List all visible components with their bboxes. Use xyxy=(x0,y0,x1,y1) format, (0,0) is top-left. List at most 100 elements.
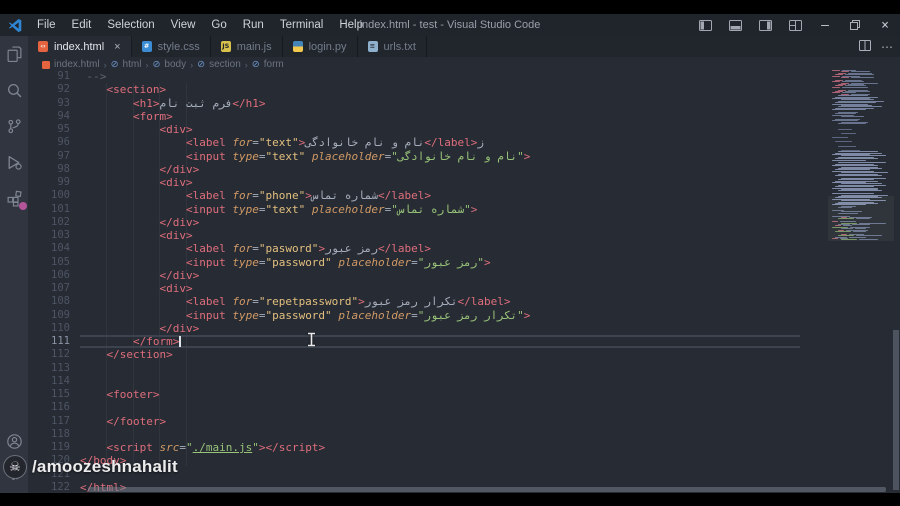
tab-style.css[interactable]: # style.css xyxy=(131,36,211,57)
line-number[interactable]: 107 xyxy=(28,282,78,295)
code-line[interactable]: <label for="pasword">رمز عبور</label> xyxy=(80,242,800,255)
line-number[interactable]: 105 xyxy=(28,256,78,269)
horizontal-scrollbar[interactable] xyxy=(88,487,886,492)
code-line[interactable] xyxy=(80,362,800,375)
run-debug-icon[interactable] xyxy=(4,152,24,172)
line-number[interactable]: 122 xyxy=(28,481,78,494)
code-line[interactable]: </div> xyxy=(80,269,800,282)
minimap[interactable] xyxy=(828,70,894,490)
line-number[interactable]: 117 xyxy=(28,415,78,428)
code-line[interactable]: </footer> xyxy=(80,415,800,428)
code-line[interactable]: </section> xyxy=(80,348,800,361)
code-line[interactable]: <h1>فرم ثبت نام</h1> xyxy=(80,97,800,110)
menu-item-terminal[interactable]: Terminal xyxy=(273,17,330,33)
restore-icon[interactable] xyxy=(840,14,870,36)
line-number[interactable]: 99 xyxy=(28,176,78,189)
menu-item-go[interactable]: Go xyxy=(204,17,233,33)
customize-layout-icon[interactable] xyxy=(780,14,810,36)
line-number[interactable]: 108 xyxy=(28,295,78,308)
code-line[interactable]: <div> xyxy=(80,123,800,136)
line-number[interactable]: 112 xyxy=(28,348,78,361)
code-line[interactable]: <footer> xyxy=(80,388,800,401)
code-line[interactable]: <input type="password" placeholder="رمز … xyxy=(80,256,800,269)
breadcrumb-item-body[interactable]: ⊘ body xyxy=(152,59,186,70)
line-number[interactable]: 104 xyxy=(28,242,78,255)
code-line[interactable]: <div> xyxy=(80,282,800,295)
line-number[interactable]: 115 xyxy=(28,388,78,401)
code-line[interactable]: <section> xyxy=(80,83,800,96)
toggle-sidebar-icon[interactable] xyxy=(690,14,720,36)
line-number[interactable]: 116 xyxy=(28,401,78,414)
code-line[interactable]: <label for="phone">شماره تماس</label> xyxy=(80,189,800,202)
line-number[interactable]: 96 xyxy=(28,136,78,149)
line-number[interactable]: 109 xyxy=(28,309,78,322)
code-editor[interactable]: --> <section> <h1>فرم ثبت نام</h1> <form… xyxy=(80,70,800,493)
extensions-icon[interactable] xyxy=(4,188,27,210)
line-number[interactable]: 114 xyxy=(28,375,78,388)
code-line[interactable]: </div> xyxy=(80,216,800,229)
line-number[interactable]: 95 xyxy=(28,123,78,136)
tab-main.js[interactable]: JS main.js xyxy=(210,36,283,57)
code-line[interactable]: <input type="text" placeholder="نام و نا… xyxy=(80,150,800,163)
code-line[interactable]: </form> xyxy=(80,335,800,349)
line-number[interactable]: 113 xyxy=(28,362,78,375)
line-number[interactable]: 98 xyxy=(28,163,78,176)
line-number[interactable]: 101 xyxy=(28,203,78,216)
tab-index.html[interactable]: ‹› index.html × xyxy=(28,36,132,57)
account-icon[interactable] xyxy=(4,431,24,451)
code-line[interactable] xyxy=(80,401,800,414)
code-line[interactable]: <form> xyxy=(80,110,800,123)
code-line[interactable] xyxy=(80,375,800,388)
line-number[interactable]: 110 xyxy=(28,322,78,335)
source-control-icon[interactable] xyxy=(4,116,24,136)
line-number[interactable]: 103 xyxy=(28,229,78,242)
tab-login.py[interactable]: login.py xyxy=(282,36,358,57)
code-line[interactable]: <div> xyxy=(80,176,800,189)
toggle-secondary-sidebar-icon[interactable] xyxy=(750,14,780,36)
explorer-icon[interactable] xyxy=(4,44,24,64)
code-line[interactable]: </div> xyxy=(80,163,800,176)
menu-item-run[interactable]: Run xyxy=(236,17,271,33)
code-line[interactable] xyxy=(80,468,800,481)
menu-item-view[interactable]: View xyxy=(164,17,203,33)
split-editor-icon[interactable] xyxy=(859,38,871,56)
line-number[interactable]: 111 xyxy=(28,335,78,348)
code-line[interactable]: <input type="text" placeholder="شماره تم… xyxy=(80,203,800,216)
line-number[interactable]: 100 xyxy=(28,189,78,202)
code-line[interactable] xyxy=(80,428,800,441)
toggle-panel-icon[interactable] xyxy=(720,14,750,36)
line-number[interactable]: 118 xyxy=(28,428,78,441)
line-number[interactable]: 92 xyxy=(28,83,78,96)
search-icon[interactable] xyxy=(4,80,24,100)
line-number[interactable]: 119 xyxy=(28,441,78,454)
line-number[interactable]: 91 xyxy=(28,70,78,83)
close-tab-icon[interactable]: × xyxy=(114,41,120,53)
breadcrumb-item-html[interactable]: ⊘ html xyxy=(111,59,142,70)
line-number[interactable]: 106 xyxy=(28,269,78,282)
minimap-line xyxy=(838,123,866,125)
code-line[interactable]: </body> xyxy=(80,454,800,467)
close-window-icon[interactable]: × xyxy=(870,14,900,36)
code-line[interactable]: --> xyxy=(80,70,800,83)
breadcrumb-item-form[interactable]: ⊘ form xyxy=(252,59,284,70)
more-actions-icon[interactable]: ⋯ xyxy=(881,40,894,54)
code-line[interactable]: <label for="text">نام و نام خانوادگی</la… xyxy=(80,136,800,149)
breadcrumb-item-section[interactable]: ⊘ section xyxy=(197,59,241,70)
minimize-icon[interactable]: – xyxy=(810,14,840,36)
code-line[interactable]: <div> xyxy=(80,229,800,242)
code-line[interactable]: <label for="repetpassword">تکرار رمز عبو… xyxy=(80,295,800,308)
minimap-viewport[interactable] xyxy=(828,196,894,241)
code-line[interactable]: </div> xyxy=(80,322,800,335)
menu-item-selection[interactable]: Selection xyxy=(100,17,161,33)
line-number[interactable]: 93 xyxy=(28,97,78,110)
code-line[interactable]: <script src="./main.js"></script> xyxy=(80,441,800,454)
line-number[interactable]: 102 xyxy=(28,216,78,229)
code-line[interactable]: <input type="password" placeholder="تکرا… xyxy=(80,309,800,322)
line-number[interactable]: 94 xyxy=(28,110,78,123)
menu-item-file[interactable]: File xyxy=(30,17,63,33)
line-number[interactable]: 97 xyxy=(28,150,78,163)
breadcrumb-item-index.html[interactable]: index.html xyxy=(42,59,100,70)
vertical-scrollbar[interactable] xyxy=(893,330,899,490)
tab-urls.txt[interactable]: ≡ urls.txt xyxy=(357,36,427,57)
menu-item-edit[interactable]: Edit xyxy=(65,17,99,33)
